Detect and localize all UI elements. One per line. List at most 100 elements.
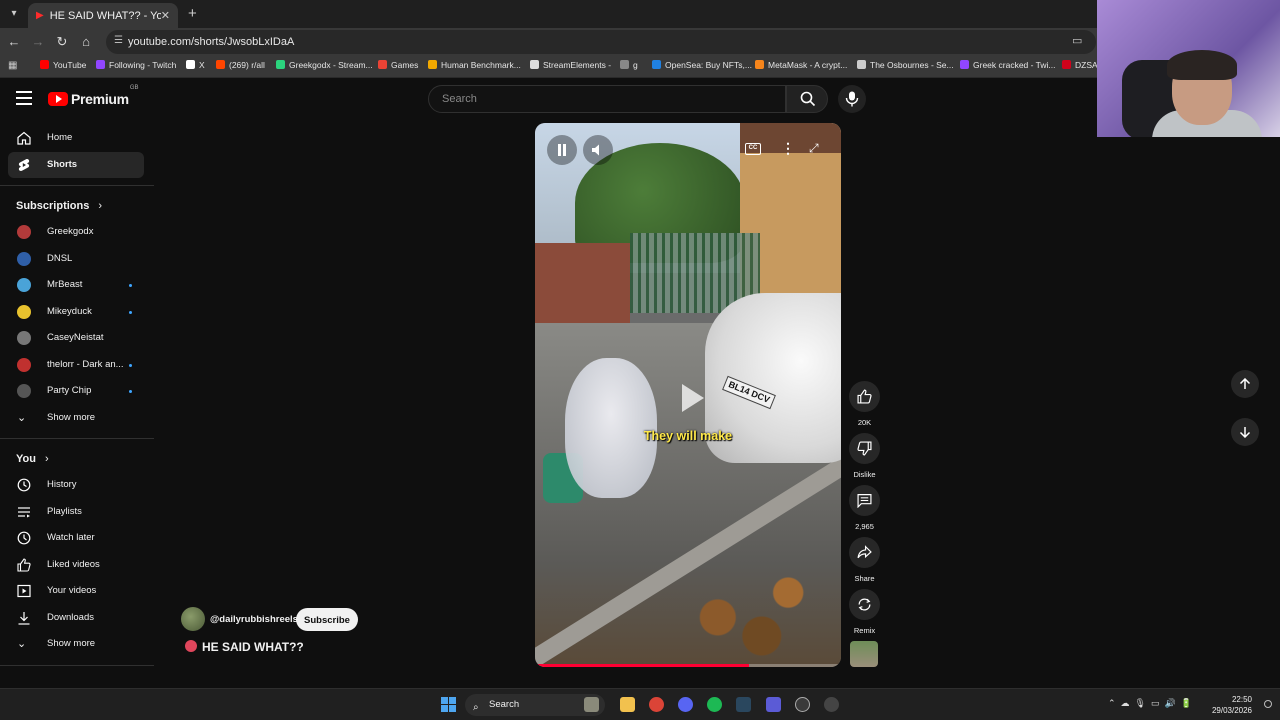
dislike-action[interactable]: Dislike xyxy=(849,433,880,479)
sidebar-item-your-videos[interactable]: Your videos xyxy=(0,578,154,605)
bookmark-folder-g[interactable]: g xyxy=(620,60,638,70)
tab-search-icon[interactable]: ▾ xyxy=(6,6,22,22)
subscriptions-show-more[interactable]: ⌄ Show more xyxy=(0,405,154,432)
sidebar-item-playlists[interactable]: Playlists xyxy=(0,499,154,526)
search-button[interactable] xyxy=(786,85,828,113)
bookmark-metamask[interactable]: MetaMask - A crypt... xyxy=(755,60,847,70)
new-tab-icon[interactable]: + xyxy=(188,5,197,22)
sidebar-item-watch-later[interactable]: Watch later xyxy=(0,525,154,552)
voice-search-button[interactable] xyxy=(838,85,866,113)
home-browser-icon[interactable]: ⌂ xyxy=(78,34,94,49)
bookmark-greekgodx-stream[interactable]: Greekgodx - Stream... xyxy=(276,60,373,70)
games-bookmark-icon xyxy=(378,60,387,69)
subscription-dnsl[interactable]: DNSL xyxy=(0,246,154,273)
subscription-label: MrBeast xyxy=(47,279,83,290)
folder-icon xyxy=(620,60,629,69)
arrow-up-icon xyxy=(1239,378,1251,389)
sidebar-item-shorts[interactable]: Shorts xyxy=(8,151,144,178)
browser-tab[interactable]: ▶ HE SAID WHAT?? - YouTube ✕ xyxy=(28,3,178,28)
comments-button[interactable] xyxy=(849,485,880,516)
reload-icon[interactable]: ↻ xyxy=(54,34,70,50)
channel-avatar[interactable] xyxy=(181,607,205,631)
chevron-right-icon: › xyxy=(98,200,103,212)
like-button[interactable] xyxy=(849,381,880,412)
discord-icon[interactable] xyxy=(678,697,693,712)
next-short-button[interactable] xyxy=(1231,418,1259,446)
channel-handle[interactable]: @dailyrubbishreels xyxy=(210,614,298,625)
system-tray[interactable]: ⌃ ☁ 🎙 ▭ 🔊 🔋 xyxy=(1108,698,1192,709)
dislike-button[interactable] xyxy=(849,433,880,464)
remix-icon xyxy=(858,598,871,611)
cast-icon[interactable]: ▭ xyxy=(1072,34,1082,47)
remix-action[interactable]: Remix xyxy=(849,589,880,635)
subscription-thelorr[interactable]: thelorr - Dark an... xyxy=(0,352,154,379)
subscription-mikeyduck[interactable]: Mikeyduck xyxy=(0,299,154,326)
guide-menu-icon[interactable] xyxy=(16,91,32,105)
address-bar[interactable]: ☰ youtube.com/shorts/JwsobLxIDaA xyxy=(106,30,1096,54)
settings-gear-icon[interactable] xyxy=(824,697,839,712)
volume-button[interactable] xyxy=(583,135,613,165)
sidebar-item-history[interactable]: History xyxy=(0,472,154,499)
shorts-video-player[interactable]: BL14 DCV CC ⋮ ⤢ They will make xyxy=(535,123,841,667)
sidebar-item-liked-videos[interactable]: Liked videos xyxy=(0,552,154,579)
like-action[interactable]: 20K xyxy=(849,381,880,427)
subscription-label: DNSL xyxy=(47,252,73,264)
subscription-caseyneistat[interactable]: CaseyNeistat xyxy=(0,325,154,352)
bookmark-reddit[interactable]: (269) r/all xyxy=(216,60,265,70)
close-tab-icon[interactable]: ✕ xyxy=(161,9,170,22)
apps-grid-icon[interactable]: ▦ xyxy=(8,60,17,71)
bookmark-opensea[interactable]: OpenSea: Buy NFTs,... xyxy=(652,60,752,70)
sidebar-item-home[interactable]: Home xyxy=(0,125,154,152)
bookmark-youtube[interactable]: YouTube xyxy=(40,60,86,70)
bookmark-streamelements[interactable]: StreamElements - xyxy=(530,60,611,70)
subscribe-button[interactable]: Subscribe xyxy=(296,608,358,631)
chrome-icon[interactable] xyxy=(649,697,664,712)
bookmark-greek-cracked[interactable]: Greek cracked - Twi... xyxy=(960,60,1056,70)
bookmark-human-benchmark[interactable]: Human Benchmark... xyxy=(428,60,521,70)
pause-button[interactable] xyxy=(547,135,577,165)
app-grid-icon[interactable] xyxy=(766,697,781,712)
reddit-bookmark-icon xyxy=(216,60,225,69)
sound-thumbnail[interactable] xyxy=(850,641,878,667)
you-header[interactable]: You › xyxy=(0,446,154,472)
avatar xyxy=(17,225,31,239)
video-progress-bar[interactable] xyxy=(535,664,841,667)
sidebar-item-downloads[interactable]: Downloads xyxy=(0,605,154,632)
obs-icon[interactable] xyxy=(795,697,810,712)
subscription-party-chip[interactable]: Party Chip xyxy=(0,378,154,405)
subscription-label: thelorr - Dark an... xyxy=(47,358,124,370)
site-info-icon[interactable]: ☰ xyxy=(114,35,123,46)
share-button[interactable] xyxy=(849,537,880,568)
subscription-label: CaseyNeistat xyxy=(47,332,104,343)
fullscreen-icon[interactable]: ⤢ xyxy=(809,141,823,155)
notification-icon[interactable] xyxy=(1264,700,1272,708)
widgets-icon[interactable] xyxy=(584,697,599,712)
back-icon[interactable]: ← xyxy=(6,34,22,49)
subscription-mrbeast[interactable]: MrBeast xyxy=(0,272,154,299)
youtube-premium-logo[interactable]: PremiumGB xyxy=(48,85,138,108)
bookmark-games[interactable]: Games xyxy=(378,60,418,70)
remix-button[interactable] xyxy=(849,589,880,620)
subscriptions-header[interactable]: Subscriptions › xyxy=(0,193,154,219)
steam-icon[interactable] xyxy=(736,697,751,712)
play-overlay-icon[interactable] xyxy=(670,378,710,418)
comments-action[interactable]: 2,965 xyxy=(849,485,880,531)
taskbar-clock[interactable]: 22:50 29/03/2026 xyxy=(1210,694,1252,716)
search-input[interactable] xyxy=(440,92,760,106)
previous-short-button[interactable] xyxy=(1231,370,1259,398)
bookmark-x[interactable]: X xyxy=(186,60,205,70)
subscriptions-title: Subscriptions xyxy=(16,200,90,212)
bookmark-osbournes[interactable]: The Osbournes - Se... xyxy=(857,60,954,70)
history-icon xyxy=(17,478,31,492)
you-show-more[interactable]: ⌄ Show more xyxy=(0,631,154,658)
more-options-icon[interactable]: ⋮ xyxy=(781,140,795,157)
share-action[interactable]: Share xyxy=(849,537,880,583)
captions-button[interactable]: CC xyxy=(745,143,761,155)
start-icon[interactable] xyxy=(441,697,456,712)
stream-bookmark-icon xyxy=(276,60,285,69)
file-explorer-icon[interactable] xyxy=(620,697,635,712)
subscription-greekgodx[interactable]: Greekgodx xyxy=(0,219,154,246)
bookmark-twitch-following[interactable]: Following - Twitch xyxy=(96,60,176,70)
forward-icon[interactable]: → xyxy=(30,34,46,49)
spotify-icon[interactable] xyxy=(707,697,722,712)
